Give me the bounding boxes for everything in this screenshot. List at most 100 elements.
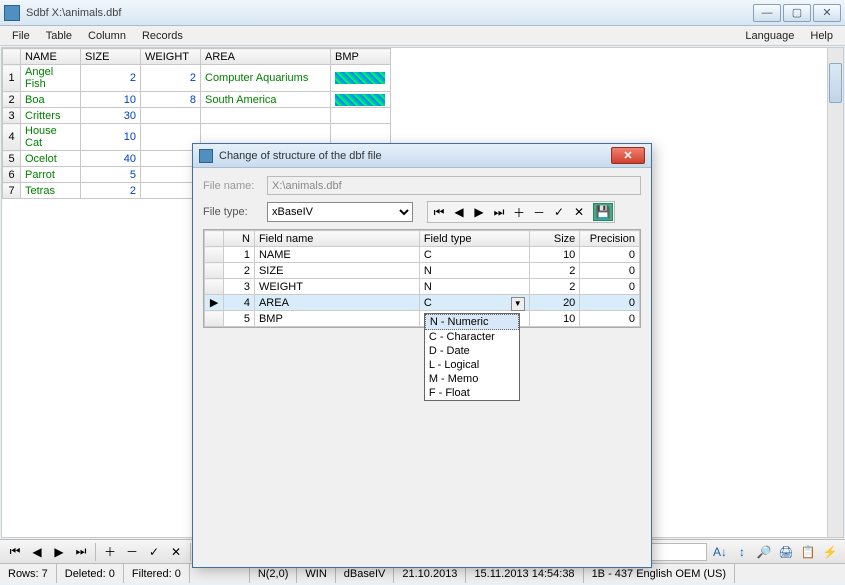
status-filtered: Filtered: 0 xyxy=(124,564,190,583)
fieldtype-header[interactable]: Field type xyxy=(419,231,529,247)
col-bmp-header[interactable]: BMP xyxy=(331,49,391,65)
nav-first-button[interactable]: ⏮ xyxy=(4,543,26,561)
bmp-thumb xyxy=(335,94,385,106)
type-option[interactable]: D - Date xyxy=(425,344,519,358)
cell-size[interactable]: 2 xyxy=(81,183,141,199)
cell-weight[interactable]: 8 xyxy=(141,92,201,108)
cell-name[interactable]: Boa xyxy=(21,92,81,108)
rownum[interactable]: 7 xyxy=(3,183,21,199)
remove-button[interactable]: － xyxy=(529,203,549,221)
next-button[interactable]: ▶ xyxy=(469,203,489,221)
n-header[interactable]: N xyxy=(224,231,255,247)
cell-size[interactable]: 40 xyxy=(81,151,141,167)
filename-label: File name: xyxy=(203,180,267,192)
rownum[interactable]: 1 xyxy=(3,65,21,92)
cell-size[interactable]: 10 xyxy=(81,92,141,108)
menu-file[interactable]: File xyxy=(4,28,38,44)
print-button[interactable]: 🖨 xyxy=(775,543,797,561)
rownum[interactable]: 4 xyxy=(3,124,21,151)
nav-next-button[interactable]: ▶ xyxy=(48,543,70,561)
menu-records[interactable]: Records xyxy=(134,28,191,44)
status-rows: Rows: 7 xyxy=(0,564,57,583)
maximize-button[interactable]: ▢ xyxy=(783,4,811,22)
menu-help[interactable]: Help xyxy=(802,28,841,44)
close-button[interactable]: ✕ xyxy=(813,4,841,22)
delete-record-button[interactable]: － xyxy=(121,543,143,561)
export-button[interactable]: 📋 xyxy=(797,543,819,561)
first-button[interactable]: ⏮ xyxy=(429,203,449,221)
dropdown-arrow-icon[interactable]: ▼ xyxy=(511,297,525,311)
app-icon xyxy=(4,5,20,21)
cell-bmp[interactable] xyxy=(331,92,391,108)
find-button[interactable]: 🔎 xyxy=(753,543,775,561)
fieldtype-cell-editing[interactable]: C ▼ N - Numeric C - Character D - Date L… xyxy=(419,295,529,311)
fieldtype-dropdown[interactable]: N - Numeric C - Character D - Date L - L… xyxy=(424,313,520,401)
cell-name[interactable]: House Cat xyxy=(21,124,81,151)
col-weight-header[interactable]: WEIGHT xyxy=(141,49,201,65)
cell-area[interactable]: Computer Aquariums xyxy=(201,65,331,92)
dialog-titlebar[interactable]: Change of structure of the dbf file ✕ xyxy=(193,144,651,168)
rollback-button[interactable]: ✕ xyxy=(165,543,187,561)
cell-name[interactable]: Ocelot xyxy=(21,151,81,167)
type-option[interactable]: M - Memo xyxy=(425,372,519,386)
vertical-scrollbar[interactable] xyxy=(827,48,843,537)
dialog-title: Change of structure of the dbf file xyxy=(219,150,611,162)
cell-weight[interactable]: 2 xyxy=(141,65,201,92)
titlebar: Sdbf X:\animals.dbf — ▢ ✕ xyxy=(0,0,845,26)
type-option[interactable]: F - Float xyxy=(425,386,519,400)
cell-size[interactable]: 5 xyxy=(81,167,141,183)
dialog-toolbar: ⏮ ◀ ▶ ⏭ ＋ － ✓ ✕ 💾 xyxy=(427,201,615,223)
rownum[interactable]: 5 xyxy=(3,151,21,167)
nav-last-button[interactable]: ⏭ xyxy=(70,543,92,561)
rownum[interactable]: 2 xyxy=(3,92,21,108)
cell-area[interactable]: South America xyxy=(201,92,331,108)
col-size-header[interactable]: SIZE xyxy=(81,49,141,65)
cell-name[interactable]: Angel Fish xyxy=(21,65,81,92)
cell-name[interactable]: Tetras xyxy=(21,183,81,199)
cell-name[interactable]: Parrot xyxy=(21,167,81,183)
menubar: File Table Column Records Language Help xyxy=(0,26,845,46)
status-deleted: Deleted: 0 xyxy=(57,564,124,583)
filetype-label: File type: xyxy=(203,206,267,218)
cell-size[interactable]: 2 xyxy=(81,65,141,92)
col-area-header[interactable]: AREA xyxy=(201,49,331,65)
last-button[interactable]: ⏭ xyxy=(489,203,509,221)
apply-button[interactable]: ✓ xyxy=(549,203,569,221)
cell-size[interactable]: 10 xyxy=(81,124,141,151)
menu-language[interactable]: Language xyxy=(737,28,802,44)
fieldname-header[interactable]: Field name xyxy=(254,231,419,247)
cell-bmp[interactable] xyxy=(331,65,391,92)
minimize-button[interactable]: — xyxy=(753,4,781,22)
sort-desc-button[interactable]: ↕ xyxy=(731,543,753,561)
nav-prev-button[interactable]: ◀ xyxy=(26,543,48,561)
execute-button[interactable]: ⚡ xyxy=(819,543,841,561)
prev-button[interactable]: ◀ xyxy=(449,203,469,221)
rownum[interactable]: 3 xyxy=(3,108,21,124)
dialog-icon xyxy=(199,149,213,163)
menu-column[interactable]: Column xyxy=(80,28,134,44)
type-option[interactable]: N - Numeric xyxy=(425,314,519,330)
main-area: NAME SIZE WEIGHT AREA BMP 1Angel Fish22C… xyxy=(1,47,844,538)
commit-button[interactable]: ✓ xyxy=(143,543,165,561)
rownum-header[interactable] xyxy=(3,49,21,65)
save-button[interactable]: 💾 xyxy=(593,203,613,221)
add-button[interactable]: ＋ xyxy=(509,203,529,221)
col-name-header[interactable]: NAME xyxy=(21,49,81,65)
filename-input xyxy=(267,176,641,195)
type-option[interactable]: L - Logical xyxy=(425,358,519,372)
dialog-close-button[interactable]: ✕ xyxy=(611,147,645,164)
add-record-button[interactable]: ＋ xyxy=(99,543,121,561)
scrollbar-thumb[interactable] xyxy=(829,63,842,103)
cell-size[interactable]: 30 xyxy=(81,108,141,124)
cell-name[interactable]: Critters xyxy=(21,108,81,124)
bmp-thumb xyxy=(335,72,385,84)
type-option[interactable]: C - Character xyxy=(425,330,519,344)
cancel-button[interactable]: ✕ xyxy=(569,203,589,221)
menu-table[interactable]: Table xyxy=(38,28,80,44)
rownum[interactable]: 6 xyxy=(3,167,21,183)
filetype-select[interactable]: xBaseIV xyxy=(267,202,413,222)
structure-grid[interactable]: N Field name Field type Size Precision 1… xyxy=(203,229,641,328)
precision-header[interactable]: Precision xyxy=(580,231,640,247)
size-header[interactable]: Size xyxy=(529,231,580,247)
sort-asc-button[interactable]: A↓ xyxy=(709,543,731,561)
